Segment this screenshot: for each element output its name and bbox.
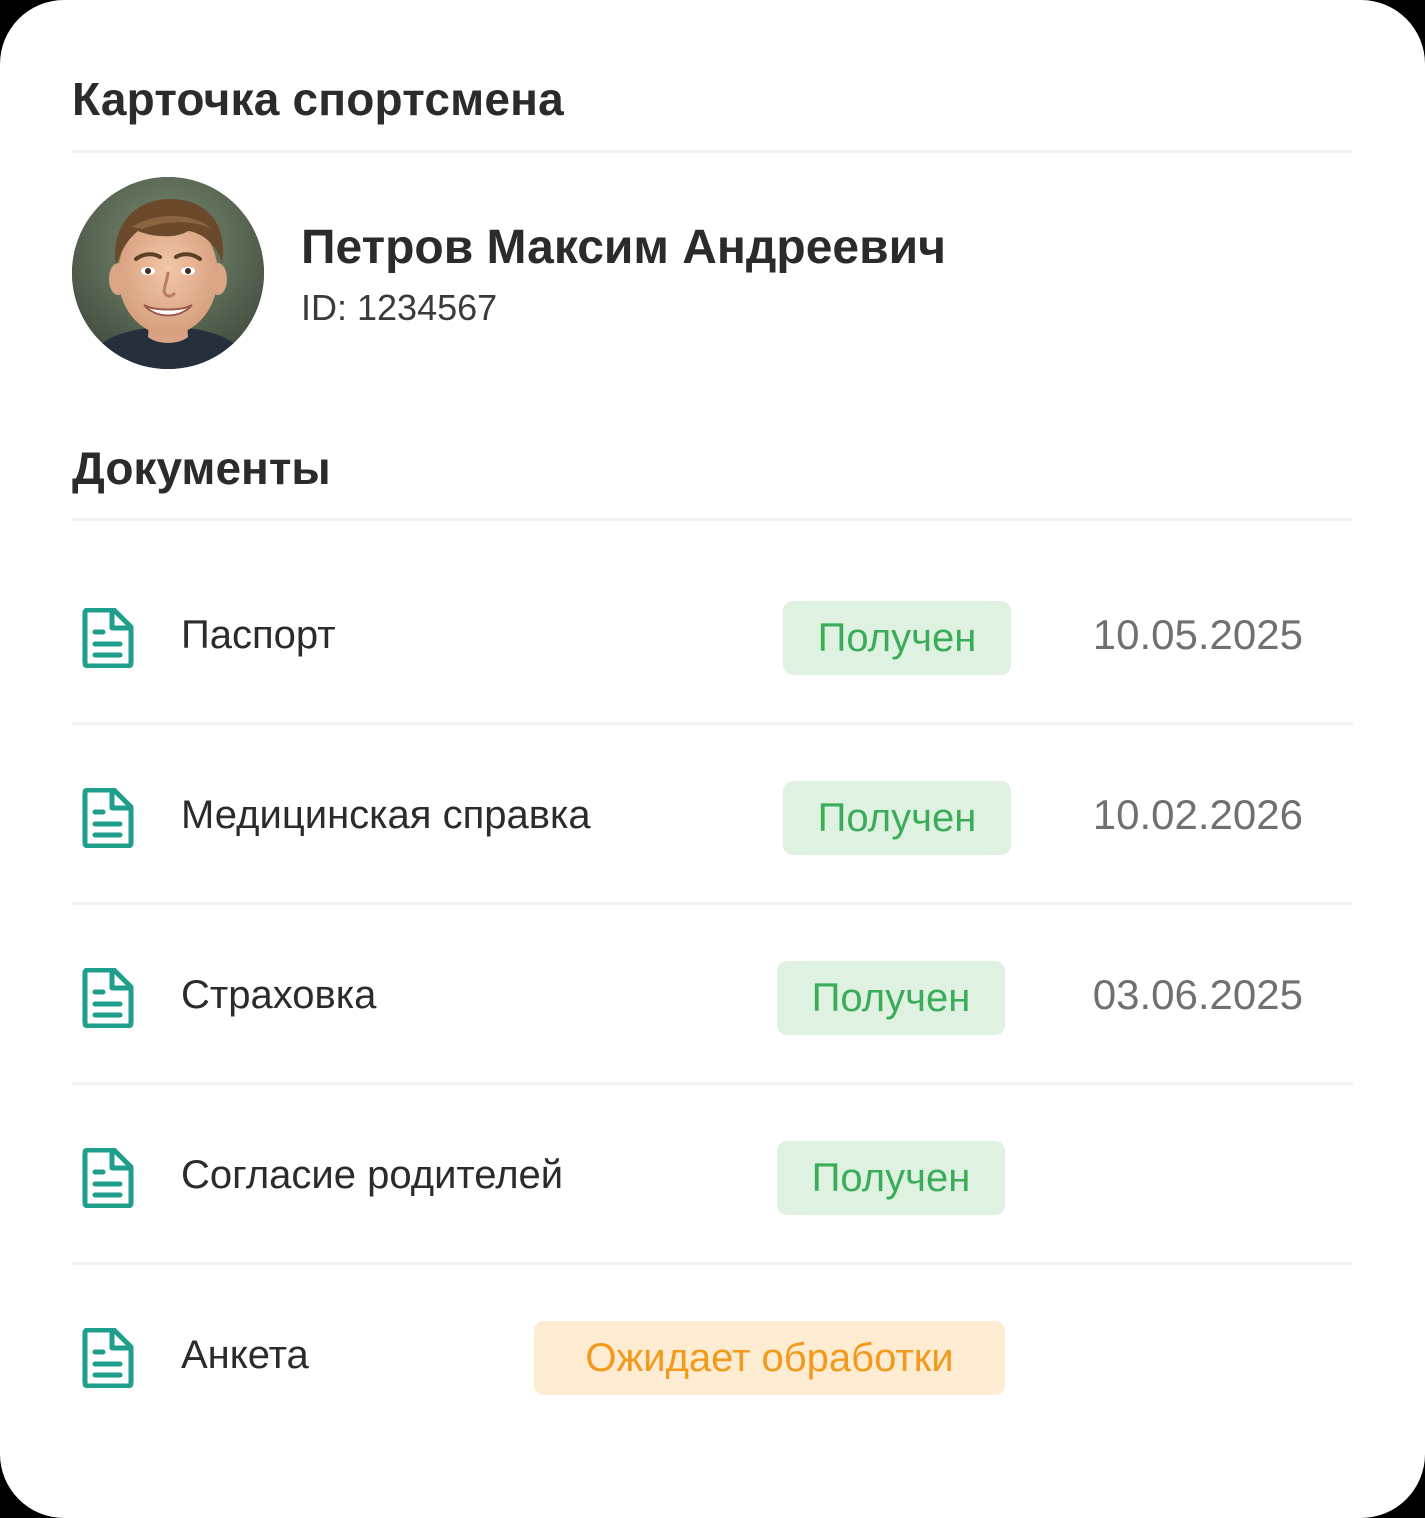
file-text-icon — [82, 788, 134, 848]
athlete-name: Петров Максим Андреевич — [301, 221, 946, 274]
title-divider — [72, 150, 1353, 153]
status-badge: Получен — [783, 601, 1011, 675]
document-row[interactable]: Анкета Ожидает обработки — [72, 1265, 1353, 1445]
athlete-id: ID: 1234567 — [301, 287, 498, 328]
document-name: Страховка — [181, 973, 377, 1017]
document-name: Паспорт — [181, 613, 336, 657]
documents-title: Документы — [72, 442, 331, 494]
document-name: Согласие родителей — [181, 1153, 564, 1197]
athlete-card: Карточка спортсмена Петров Максим Андрее… — [0, 0, 1425, 1518]
status-badge: Получен — [777, 1141, 1005, 1215]
document-date: 03.06.2025 — [1092, 971, 1303, 1018]
document-date: 10.02.2026 — [1092, 791, 1303, 838]
file-text-icon — [82, 1148, 134, 1208]
document-row[interactable]: Страховка Получен 03.06.2025 — [72, 905, 1353, 1085]
document-name: Медицинская справка — [181, 793, 591, 837]
document-row[interactable]: Согласие родителей Получен — [72, 1085, 1353, 1265]
file-text-icon — [82, 608, 134, 668]
status-badge: Получен — [777, 961, 1005, 1035]
document-date: 10.05.2025 — [1092, 611, 1303, 658]
avatar-photo — [72, 177, 264, 369]
file-text-icon — [82, 1328, 134, 1388]
status-badge: Получен — [783, 781, 1011, 855]
document-row[interactable]: Медицинская справка Получен 10.02.2026 — [72, 725, 1353, 905]
file-text-icon — [82, 968, 134, 1028]
documents-divider — [72, 518, 1353, 521]
document-row[interactable]: Паспорт Получен 10.05.2025 — [72, 545, 1353, 725]
document-name: Анкета — [181, 1333, 309, 1377]
card-title: Карточка спортсмена — [72, 73, 564, 125]
avatar — [72, 177, 264, 369]
status-badge: Ожидает обработки — [534, 1321, 1005, 1395]
